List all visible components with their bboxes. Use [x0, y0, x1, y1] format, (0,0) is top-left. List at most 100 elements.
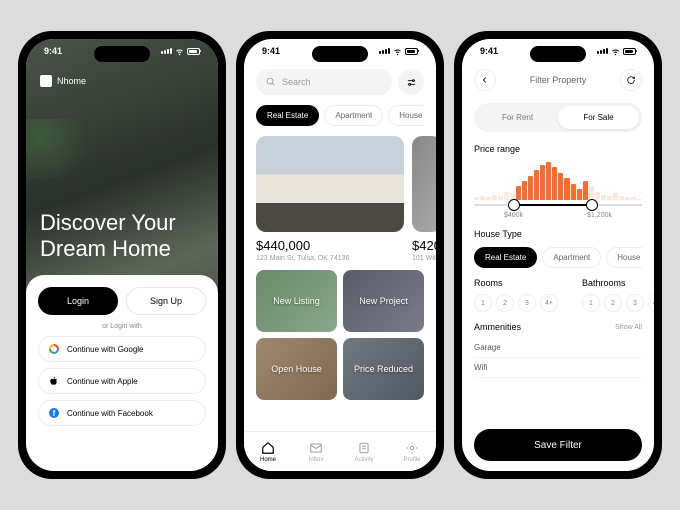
sliders-icon [406, 77, 417, 88]
seg-for-sale[interactable]: For Sale [558, 106, 639, 129]
tab-label: Home [260, 457, 276, 463]
hero-headline: Discover Your Dream Home [40, 210, 176, 261]
continue-apple-button[interactable]: Continue with Apple [38, 368, 206, 394]
dynamic-island [530, 46, 586, 62]
home-icon [261, 441, 275, 455]
seg-for-rent[interactable]: For Rent [477, 106, 558, 129]
continue-facebook-button[interactable]: f Continue with Facebook [38, 400, 206, 426]
baths-1[interactable]: 1 [582, 294, 600, 312]
bathrooms-label: Bathrooms [582, 278, 654, 288]
phone-browse: 9:41 Search Real Estate Apartment Ho [236, 31, 444, 479]
apple-icon [49, 376, 59, 386]
price-max-label: $1,200k [587, 212, 612, 219]
price-slider-fill [511, 204, 595, 206]
tab-label: Profile [403, 457, 420, 463]
price-max-thumb[interactable] [586, 199, 598, 211]
apple-label: Continue with Apple [67, 377, 138, 386]
price-range-label: Price range [474, 144, 642, 154]
tab-inbox[interactable]: Inbox [292, 432, 340, 471]
save-filter-button[interactable]: Save Filter [474, 429, 642, 461]
baths-3[interactable]: 3 [626, 294, 644, 312]
rooms-2[interactable]: 2 [496, 294, 514, 312]
listing-card[interactable]: $420, 101 Willow [412, 136, 436, 262]
auth-panel: Login Sign Up or Login with Continue wit… [26, 275, 218, 471]
google-icon [49, 344, 59, 354]
dynamic-island [312, 46, 368, 62]
price-slider[interactable] [474, 204, 642, 206]
or-label: or Login with [38, 323, 206, 330]
tab-activity[interactable]: Activity [340, 432, 388, 471]
continue-google-button[interactable]: Continue with Google [38, 336, 206, 362]
chip-house[interactable]: House [388, 105, 424, 126]
inbox-icon [309, 441, 323, 455]
brand-logo-icon [40, 75, 52, 87]
activity-icon [357, 441, 371, 455]
listing-price: $440,000 [256, 238, 404, 253]
amenity-garage[interactable]: Garage [474, 338, 642, 358]
wifi-icon [393, 47, 402, 56]
listing-card[interactable]: $440,000 123 Main St, Tulsa, OK 74136 [256, 136, 404, 262]
category-label: Price Reduced [354, 364, 413, 374]
show-all-link[interactable]: Show All [615, 324, 642, 331]
wifi-icon [175, 47, 184, 56]
filter-title: Filter Property [530, 75, 587, 85]
wifi-icon [611, 47, 620, 56]
filter-button[interactable] [398, 69, 424, 95]
brand: Nhome [40, 75, 86, 87]
listing-address: 123 Main St, Tulsa, OK 74136 [256, 255, 404, 262]
listing-price: $420, [412, 238, 436, 253]
category-label: Open House [271, 364, 322, 374]
baths-4plus[interactable]: 4+ [648, 294, 654, 312]
tab-profile[interactable]: Profile [388, 432, 436, 471]
brand-name: Nhome [57, 76, 86, 86]
tab-bar: Home Inbox Activity Profile [244, 431, 436, 471]
tab-label: Activity [354, 457, 373, 463]
facebook-label: Continue with Facebook [67, 409, 153, 418]
type-house[interactable]: House [606, 247, 642, 268]
status-time: 9:41 [262, 46, 280, 56]
price-min-label: $400k [504, 212, 523, 219]
category-label: New Project [359, 296, 408, 306]
listing-image [256, 136, 404, 232]
search-placeholder: Search [282, 77, 311, 87]
baths-2[interactable]: 2 [604, 294, 622, 312]
facebook-icon: f [49, 408, 59, 418]
signal-icon [379, 48, 390, 54]
back-button[interactable] [474, 69, 496, 91]
category-open-house[interactable]: Open House [256, 338, 337, 400]
rooms-label: Rooms [474, 278, 558, 288]
status-time: 9:41 [480, 46, 498, 56]
category-price-reduced[interactable]: Price Reduced [343, 338, 424, 400]
profile-icon [405, 441, 419, 455]
battery-icon [405, 48, 418, 55]
price-histogram [474, 162, 642, 200]
battery-icon [623, 48, 636, 55]
amenity-wifi[interactable]: Wifi [474, 358, 642, 378]
amenities-label: Ammenities [474, 322, 521, 332]
rooms-4plus[interactable]: 4+ [540, 294, 558, 312]
price-min-thumb[interactable] [508, 199, 520, 211]
phone-filter: 9:41 Filter Property For Rent For Sale [454, 31, 662, 479]
chip-real-estate[interactable]: Real Estate [256, 105, 319, 126]
google-label: Continue with Google [67, 345, 144, 354]
category-chips: Real Estate Apartment House Motels [256, 105, 424, 126]
type-real-estate[interactable]: Real Estate [474, 247, 537, 268]
chip-apartment[interactable]: Apartment [324, 105, 383, 126]
type-apartment[interactable]: Apartment [542, 247, 601, 268]
listing-address: 101 Willow [412, 255, 436, 262]
search-input[interactable]: Search [256, 69, 392, 95]
refresh-icon [626, 75, 636, 85]
login-button[interactable]: Login [38, 287, 118, 315]
category-new-listing[interactable]: New Listing [256, 270, 337, 332]
phone-login: 9:41 Nhome Discover Your Dream Home Logi… [18, 31, 226, 479]
rooms-3[interactable]: 3 [518, 294, 536, 312]
rooms-1[interactable]: 1 [474, 294, 492, 312]
reset-button[interactable] [620, 69, 642, 91]
signup-button[interactable]: Sign Up [126, 287, 206, 315]
tab-home[interactable]: Home [244, 432, 292, 471]
category-new-project[interactable]: New Project [343, 270, 424, 332]
rent-sale-segment: For Rent For Sale [474, 103, 642, 132]
search-icon [266, 77, 276, 87]
status-time: 9:41 [44, 46, 62, 56]
tab-label: Inbox [309, 457, 324, 463]
